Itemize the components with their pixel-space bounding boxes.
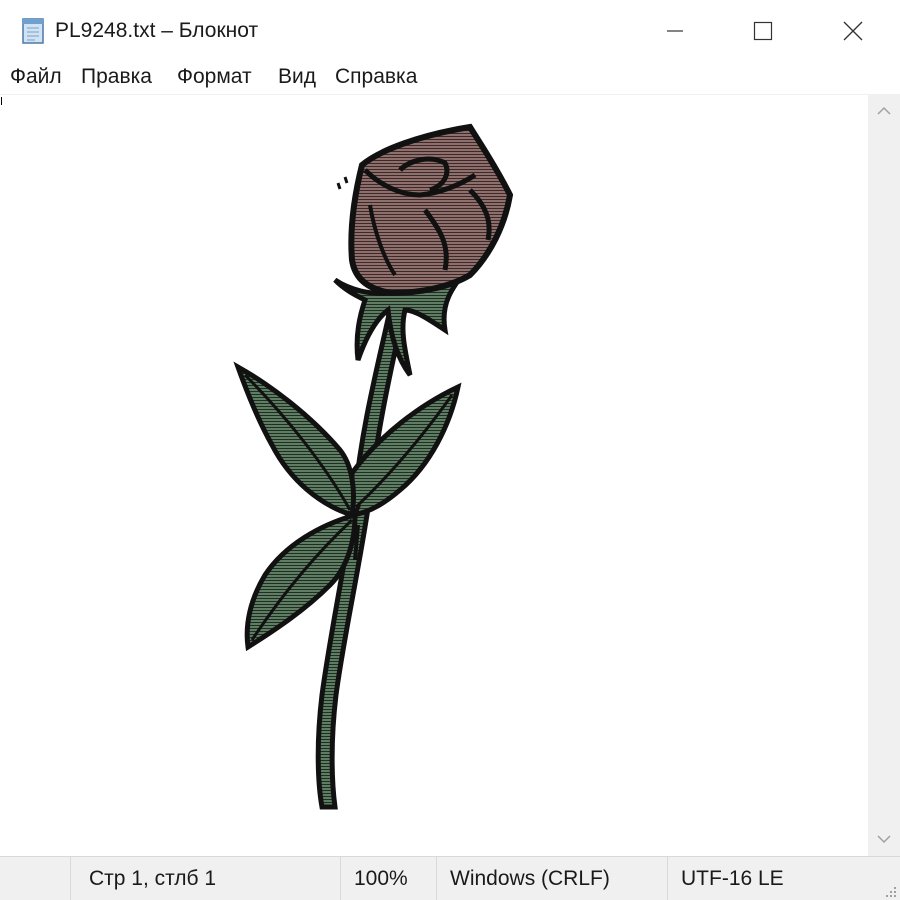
maximize-button[interactable] <box>718 0 808 62</box>
title-bar[interactable]: PL9248.txt – Блокнот <box>0 0 900 62</box>
status-bar: Стр 1, стлб 1 100% Windows (CRLF) UTF-16… <box>0 856 900 900</box>
menu-bar: Файл Правка Формат Вид Справка <box>0 62 900 94</box>
chevron-down-icon <box>877 835 891 844</box>
status-line-ending: Windows (CRLF) <box>436 857 667 900</box>
resize-grip-icon[interactable] <box>883 884 897 898</box>
menu-edit[interactable]: Правка <box>80 65 153 89</box>
rose-leaf-left <box>233 361 356 519</box>
close-button[interactable] <box>808 0 898 62</box>
status-zoom: 100% <box>340 857 436 900</box>
chevron-up-icon <box>877 106 891 115</box>
text-edit-area[interactable] <box>0 94 868 857</box>
menu-help[interactable]: Справка <box>334 65 418 89</box>
menu-view[interactable]: Вид <box>277 65 317 89</box>
notepad-window: PL9248.txt – Блокнот Файл Правка Формат … <box>0 0 900 900</box>
vertical-scrollbar[interactable] <box>868 94 900 856</box>
maximize-icon <box>753 21 773 41</box>
minimize-icon <box>667 30 683 32</box>
rose-ascii-art <box>233 123 514 810</box>
scroll-down-button[interactable] <box>868 822 900 856</box>
notepad-icon <box>22 18 44 44</box>
menu-file[interactable]: Файл <box>9 65 63 89</box>
minimize-button[interactable] <box>630 0 720 62</box>
scroll-up-button[interactable] <box>868 94 900 128</box>
status-cursor-position: Стр 1, стлб 1 <box>70 857 340 900</box>
status-encoding: UTF-16 LE <box>667 857 900 900</box>
close-icon <box>843 21 863 41</box>
menu-format[interactable]: Формат <box>176 65 253 89</box>
window-title: PL9248.txt – Блокнот <box>55 19 259 42</box>
